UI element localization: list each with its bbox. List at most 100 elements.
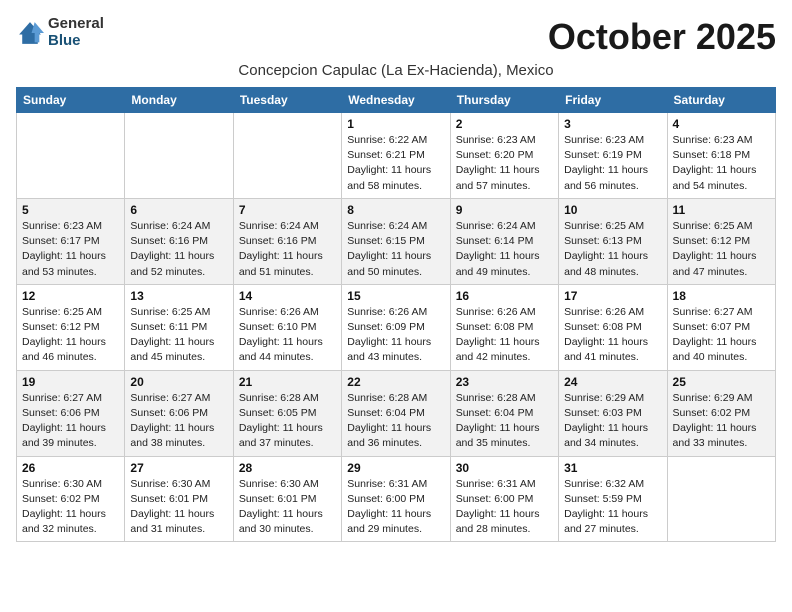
header-cell-saturday: Saturday — [667, 88, 775, 113]
day-info: Sunrise: 6:28 AMSunset: 6:05 PMDaylight:… — [239, 391, 336, 452]
day-info: Sunrise: 6:30 AMSunset: 6:01 PMDaylight:… — [130, 477, 227, 538]
day-number: 11 — [673, 203, 770, 217]
calendar-cell — [667, 456, 775, 542]
day-info: Sunrise: 6:28 AMSunset: 6:04 PMDaylight:… — [456, 391, 553, 452]
calendar-cell: 28Sunrise: 6:30 AMSunset: 6:01 PMDayligh… — [233, 456, 341, 542]
calendar-cell: 19 Sunrise: 6:27 AMSunset: 6:06 PMDayligh… — [17, 370, 125, 456]
day-number: 8 — [347, 203, 444, 217]
calendar-week-row: 1 Sunrise: 6:22 AMSunset: 6:21 PMDaylight… — [17, 113, 776, 199]
day-info: Sunrise: 6:31 AMSunset: 6:00 PMDaylight:… — [456, 477, 553, 538]
calendar-cell: 12Sunrise: 6:25 AMSunset: 6:12 PMDayligh… — [17, 284, 125, 370]
header-cell-friday: Friday — [559, 88, 667, 113]
day-info: Sunrise: 6:24 AMSunset: 6:16 PMDaylight:… — [239, 219, 336, 280]
calendar-subtitle: Concepcion Capulac (La Ex-Hacienda), Mex… — [16, 62, 776, 79]
calendar-cell: 4 Sunrise: 6:23 AMSunset: 6:18 PMDaylight… — [667, 113, 775, 199]
calendar-body: 1 Sunrise: 6:22 AMSunset: 6:21 PMDaylight… — [17, 113, 776, 542]
day-info: Sunrise: 6:22 AMSunset: 6:21 PMDaylight:… — [347, 133, 444, 194]
calendar-cell: 11Sunrise: 6:25 AMSunset: 6:12 PMDayligh… — [667, 198, 775, 284]
day-number: 4 — [673, 117, 770, 131]
calendar-week-row: 26 Sunrise: 6:30 AMSunset: 6:02 PMDayligh… — [17, 456, 776, 542]
calendar-cell: 9 Sunrise: 6:24 AMSunset: 6:14 PMDaylight… — [450, 198, 558, 284]
calendar-cell: 30 Sunrise: 6:31 AMSunset: 6:00 PMDayligh… — [450, 456, 558, 542]
header-cell-sunday: Sunday — [17, 88, 125, 113]
day-info: Sunrise: 6:23 AMSunset: 6:18 PMDaylight:… — [673, 133, 770, 194]
day-number: 29 — [347, 461, 444, 475]
day-info: Sunrise: 6:31 AMSunset: 6:00 PMDaylight:… — [347, 477, 444, 538]
day-info: Sunrise: 6:23 AMSunset: 6:20 PMDaylight:… — [456, 133, 553, 194]
header-cell-wednesday: Wednesday — [342, 88, 450, 113]
calendar-cell: 22 Sunrise: 6:28 AMSunset: 6:04 PMDayligh… — [342, 370, 450, 456]
calendar-cell: 25Sunrise: 6:29 AMSunset: 6:02 PMDayligh… — [667, 370, 775, 456]
logo-text: General Blue — [48, 16, 104, 49]
day-info: Sunrise: 6:26 AMSunset: 6:08 PMDaylight:… — [564, 305, 661, 366]
day-info: Sunrise: 6:28 AMSunset: 6:04 PMDaylight:… — [347, 391, 444, 452]
page-header: General Blue October 2025 — [16, 16, 776, 58]
month-title: October 2025 — [548, 16, 776, 58]
day-info: Sunrise: 6:30 AMSunset: 6:02 PMDaylight:… — [22, 477, 119, 538]
calendar-cell: 14Sunrise: 6:26 AMSunset: 6:10 PMDayligh… — [233, 284, 341, 370]
day-info: Sunrise: 6:25 AMSunset: 6:13 PMDaylight:… — [564, 219, 661, 280]
day-number: 9 — [456, 203, 553, 217]
day-number: 2 — [456, 117, 553, 131]
day-number: 7 — [239, 203, 336, 217]
calendar-cell: 20Sunrise: 6:27 AMSunset: 6:06 PMDayligh… — [125, 370, 233, 456]
day-info: Sunrise: 6:24 AMSunset: 6:16 PMDaylight:… — [130, 219, 227, 280]
calendar-week-row: 19 Sunrise: 6:27 AMSunset: 6:06 PMDayligh… — [17, 370, 776, 456]
logo-general: General — [48, 16, 104, 33]
day-number: 25 — [673, 375, 770, 389]
calendar-cell: 10 Sunrise: 6:25 AMSunset: 6:13 PMDayligh… — [559, 198, 667, 284]
calendar-cell: 23 Sunrise: 6:28 AMSunset: 6:04 PMDayligh… — [450, 370, 558, 456]
day-number: 17 — [564, 289, 661, 303]
day-info: Sunrise: 6:24 AMSunset: 6:15 PMDaylight:… — [347, 219, 444, 280]
day-info: Sunrise: 6:23 AMSunset: 6:17 PMDaylight:… — [22, 219, 119, 280]
day-number: 23 — [456, 375, 553, 389]
header-cell-tuesday: Tuesday — [233, 88, 341, 113]
day-number: 16 — [456, 289, 553, 303]
header-cell-monday: Monday — [125, 88, 233, 113]
day-number: 27 — [130, 461, 227, 475]
day-number: 1 — [347, 117, 444, 131]
header-row: SundayMondayTuesdayWednesdayThursdayFrid… — [17, 88, 776, 113]
calendar-cell: 8 Sunrise: 6:24 AMSunset: 6:15 PMDaylight… — [342, 198, 450, 284]
day-info: Sunrise: 6:24 AMSunset: 6:14 PMDaylight:… — [456, 219, 553, 280]
calendar-cell — [233, 113, 341, 199]
calendar-cell: 27 Sunrise: 6:30 AMSunset: 6:01 PMDayligh… — [125, 456, 233, 542]
day-info: Sunrise: 6:27 AMSunset: 6:06 PMDaylight:… — [22, 391, 119, 452]
calendar-header: SundayMondayTuesdayWednesdayThursdayFrid… — [17, 88, 776, 113]
day-number: 12 — [22, 289, 119, 303]
day-number: 3 — [564, 117, 661, 131]
calendar-cell: 18Sunrise: 6:27 AMSunset: 6:07 PMDayligh… — [667, 284, 775, 370]
calendar-cell: 21 Sunrise: 6:28 AMSunset: 6:05 PMDayligh… — [233, 370, 341, 456]
calendar-cell: 13Sunrise: 6:25 AMSunset: 6:11 PMDayligh… — [125, 284, 233, 370]
day-number: 24 — [564, 375, 661, 389]
calendar-cell: 2 Sunrise: 6:23 AMSunset: 6:20 PMDaylight… — [450, 113, 558, 199]
day-number: 26 — [22, 461, 119, 475]
calendar-cell: 29 Sunrise: 6:31 AMSunset: 6:00 PMDayligh… — [342, 456, 450, 542]
day-number: 20 — [130, 375, 227, 389]
calendar-cell — [125, 113, 233, 199]
day-number: 13 — [130, 289, 227, 303]
day-number: 10 — [564, 203, 661, 217]
logo: General Blue — [16, 16, 104, 49]
day-number: 5 — [22, 203, 119, 217]
calendar-cell: 3Sunrise: 6:23 AMSunset: 6:19 PMDaylight… — [559, 113, 667, 199]
calendar-cell — [17, 113, 125, 199]
day-number: 22 — [347, 375, 444, 389]
calendar-cell: 16 Sunrise: 6:26 AMSunset: 6:08 PMDayligh… — [450, 284, 558, 370]
calendar-cell: 26 Sunrise: 6:30 AMSunset: 6:02 PMDayligh… — [17, 456, 125, 542]
day-number: 21 — [239, 375, 336, 389]
logo-blue: Blue — [48, 33, 104, 50]
day-info: Sunrise: 6:30 AMSunset: 6:01 PMDaylight:… — [239, 477, 336, 538]
day-number: 19 — [22, 375, 119, 389]
calendar-week-row: 5 Sunrise: 6:23 AMSunset: 6:17 PMDaylight… — [17, 198, 776, 284]
day-info: Sunrise: 6:26 AMSunset: 6:09 PMDaylight:… — [347, 305, 444, 366]
calendar-cell: 24 Sunrise: 6:29 AMSunset: 6:03 PMDayligh… — [559, 370, 667, 456]
calendar-cell: 7 Sunrise: 6:24 AMSunset: 6:16 PMDaylight… — [233, 198, 341, 284]
calendar-cell: 1 Sunrise: 6:22 AMSunset: 6:21 PMDaylight… — [342, 113, 450, 199]
day-info: Sunrise: 6:29 AMSunset: 6:03 PMDaylight:… — [564, 391, 661, 452]
day-info: Sunrise: 6:26 AMSunset: 6:08 PMDaylight:… — [456, 305, 553, 366]
day-number: 30 — [456, 461, 553, 475]
calendar-cell: 15 Sunrise: 6:26 AMSunset: 6:09 PMDayligh… — [342, 284, 450, 370]
day-number: 15 — [347, 289, 444, 303]
logo-icon — [16, 19, 44, 47]
